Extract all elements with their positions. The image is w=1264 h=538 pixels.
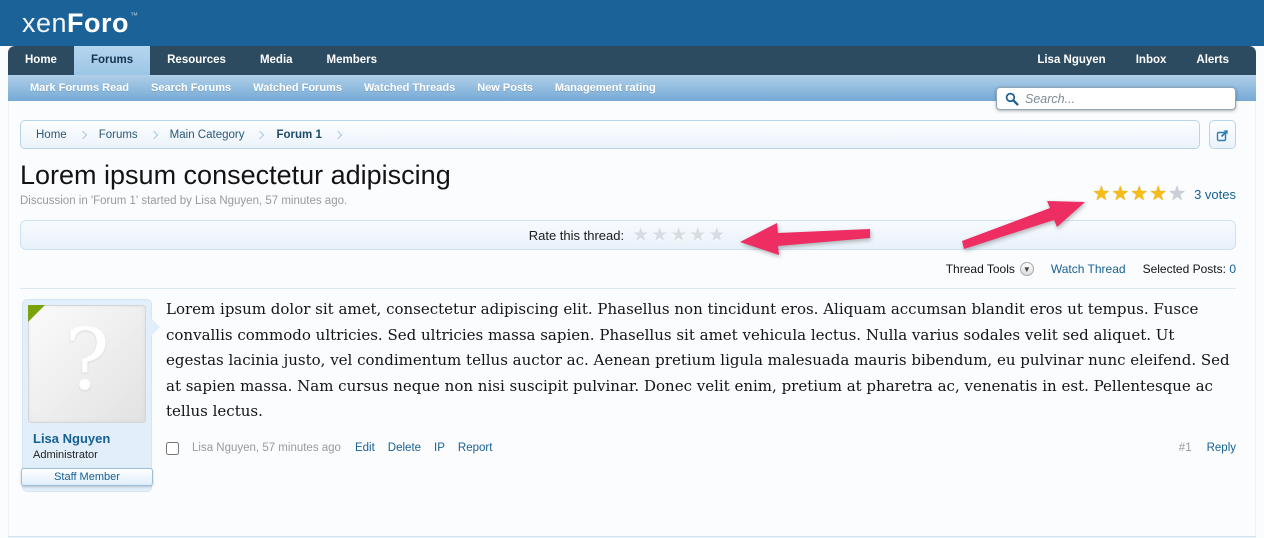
thread-tools-label: Thread Tools: [945, 262, 1015, 276]
logo-text-foro: Foro: [67, 7, 130, 38]
staff-member-banner: Staff Member: [21, 468, 153, 486]
nav-inbox-link[interactable]: Inbox: [1121, 46, 1182, 75]
logo-text-xen: xen: [22, 7, 68, 38]
nav-account-link[interactable]: Lisa Nguyen: [1022, 46, 1120, 75]
post-body: Lorem ipsum dolor sit amet, consectetur …: [166, 300, 1230, 420]
forum-page: xenForo™ Home Forums Resources Media Mem…: [0, 0, 1264, 538]
votes-link[interactable]: 3 votes: [1194, 187, 1236, 202]
default-avatar-question-icon: ?: [64, 311, 110, 409]
author-card: ? Lisa Nguyen Administrator Staff Member: [21, 299, 160, 492]
chevron-right-icon: [256, 130, 265, 139]
author-role: Administrator: [33, 449, 98, 461]
chevron-right-icon: [333, 130, 343, 139]
search-icon: [1005, 92, 1019, 106]
breadcrumb-main-category[interactable]: Main Category: [170, 129, 245, 141]
gold-stars-icon: ★★★★: [1092, 183, 1169, 205]
selected-posts-count[interactable]: 0: [1229, 262, 1236, 276]
search-box: [996, 87, 1236, 110]
subnav-mark-forums-read[interactable]: Mark Forums Read: [19, 75, 140, 101]
chevron-right-icon: [78, 130, 87, 139]
thread-header: Lorem ipsum consectetur adipiscing Discu…: [20, 160, 1236, 207]
subnav-search-forums[interactable]: Search Forums: [140, 75, 242, 101]
trademark-symbol: ™: [130, 10, 139, 20]
chevron-right-icon: [149, 130, 158, 139]
empty-star-icon: ★: [1168, 183, 1188, 205]
post-footer: Lisa Nguyen, 57 minutes ago Edit Delete …: [166, 441, 1236, 455]
open-navigation-button[interactable]: [1209, 120, 1236, 149]
author-name-link[interactable]: Lisa Nguyen: [33, 431, 146, 446]
thread-tools-row: Thread Tools ▼ Watch Thread Selected Pos…: [20, 262, 1236, 276]
delete-link[interactable]: Delete: [388, 442, 421, 454]
breadcrumb-forums[interactable]: Forums: [99, 129, 138, 141]
post-1: ? Lisa Nguyen Administrator Staff Member…: [20, 288, 1236, 492]
breadcrumb-home[interactable]: Home: [36, 129, 67, 141]
expand-arrow-icon: [1216, 129, 1228, 141]
breadcrumb: Home Forums Main Category Forum 1: [20, 120, 1200, 149]
selected-posts-label: Selected Posts:: [1142, 262, 1226, 276]
select-post-checkbox[interactable]: [166, 441, 179, 455]
edit-link[interactable]: Edit: [355, 442, 375, 454]
selected-posts: Selected Posts: 0: [1143, 262, 1236, 276]
reply-link[interactable]: Reply: [1207, 442, 1236, 454]
thread-meta: Discussion in 'Forum 1' started by Lisa …: [20, 195, 348, 207]
rate-thread-bar: Rate this thread: ★★★★★: [20, 220, 1236, 250]
message-pointer: [151, 318, 160, 336]
tab-members[interactable]: Members: [310, 46, 395, 75]
subnav-watched-threads[interactable]: Watched Threads: [353, 75, 466, 101]
subnav-watched-forums[interactable]: Watched Forums: [242, 75, 353, 101]
thread-tools-button[interactable]: Thread Tools ▼: [946, 262, 1034, 276]
tab-forums[interactable]: Forums: [73, 46, 151, 75]
content-area: Home Forums Main Category Forum 1 Lorem …: [0, 101, 1264, 492]
breadcrumb-forum-1[interactable]: Forum 1: [276, 129, 321, 141]
rate-thread-label: Rate this thread:: [528, 227, 625, 243]
post-byline[interactable]: Lisa Nguyen, 57 minutes ago: [192, 442, 341, 454]
nav-alerts-link[interactable]: Alerts: [1181, 46, 1244, 75]
xenforo-logo[interactable]: xenForo™: [22, 8, 139, 39]
subnav-new-posts[interactable]: New Posts: [466, 75, 544, 101]
nav-tabs: Home Forums Resources Media Members: [8, 46, 394, 75]
thread-title: Lorem ipsum consectetur adipiscing: [20, 160, 451, 190]
post-number-permalink[interactable]: #1: [1179, 442, 1192, 454]
tab-media[interactable]: Media: [243, 46, 310, 75]
main-navigation: Home Forums Resources Media Members Lisa…: [8, 46, 1256, 75]
breadcrumb-row: Home Forums Main Category Forum 1: [20, 120, 1236, 149]
subnav-management-rating[interactable]: Management rating: [544, 75, 667, 101]
rating-stars: ★★★★★: [1092, 184, 1187, 204]
thread-rating: ★★★★★ 3 votes: [1092, 184, 1236, 204]
online-corner-icon: [28, 305, 45, 322]
watch-thread-link[interactable]: Watch Thread: [1051, 262, 1126, 276]
report-link[interactable]: Report: [458, 442, 493, 454]
search-input[interactable]: [1019, 91, 1235, 106]
chevron-down-icon: ▼: [1019, 262, 1034, 276]
rate-stars-input[interactable]: ★★★★★: [632, 226, 727, 245]
avatar[interactable]: ?: [28, 305, 146, 423]
nav-user-links: Lisa Nguyen Inbox Alerts: [1022, 46, 1256, 75]
ip-link[interactable]: IP: [434, 442, 445, 454]
tab-resources[interactable]: Resources: [150, 46, 243, 75]
tab-home[interactable]: Home: [8, 46, 74, 75]
masthead: xenForo™: [0, 0, 1264, 46]
